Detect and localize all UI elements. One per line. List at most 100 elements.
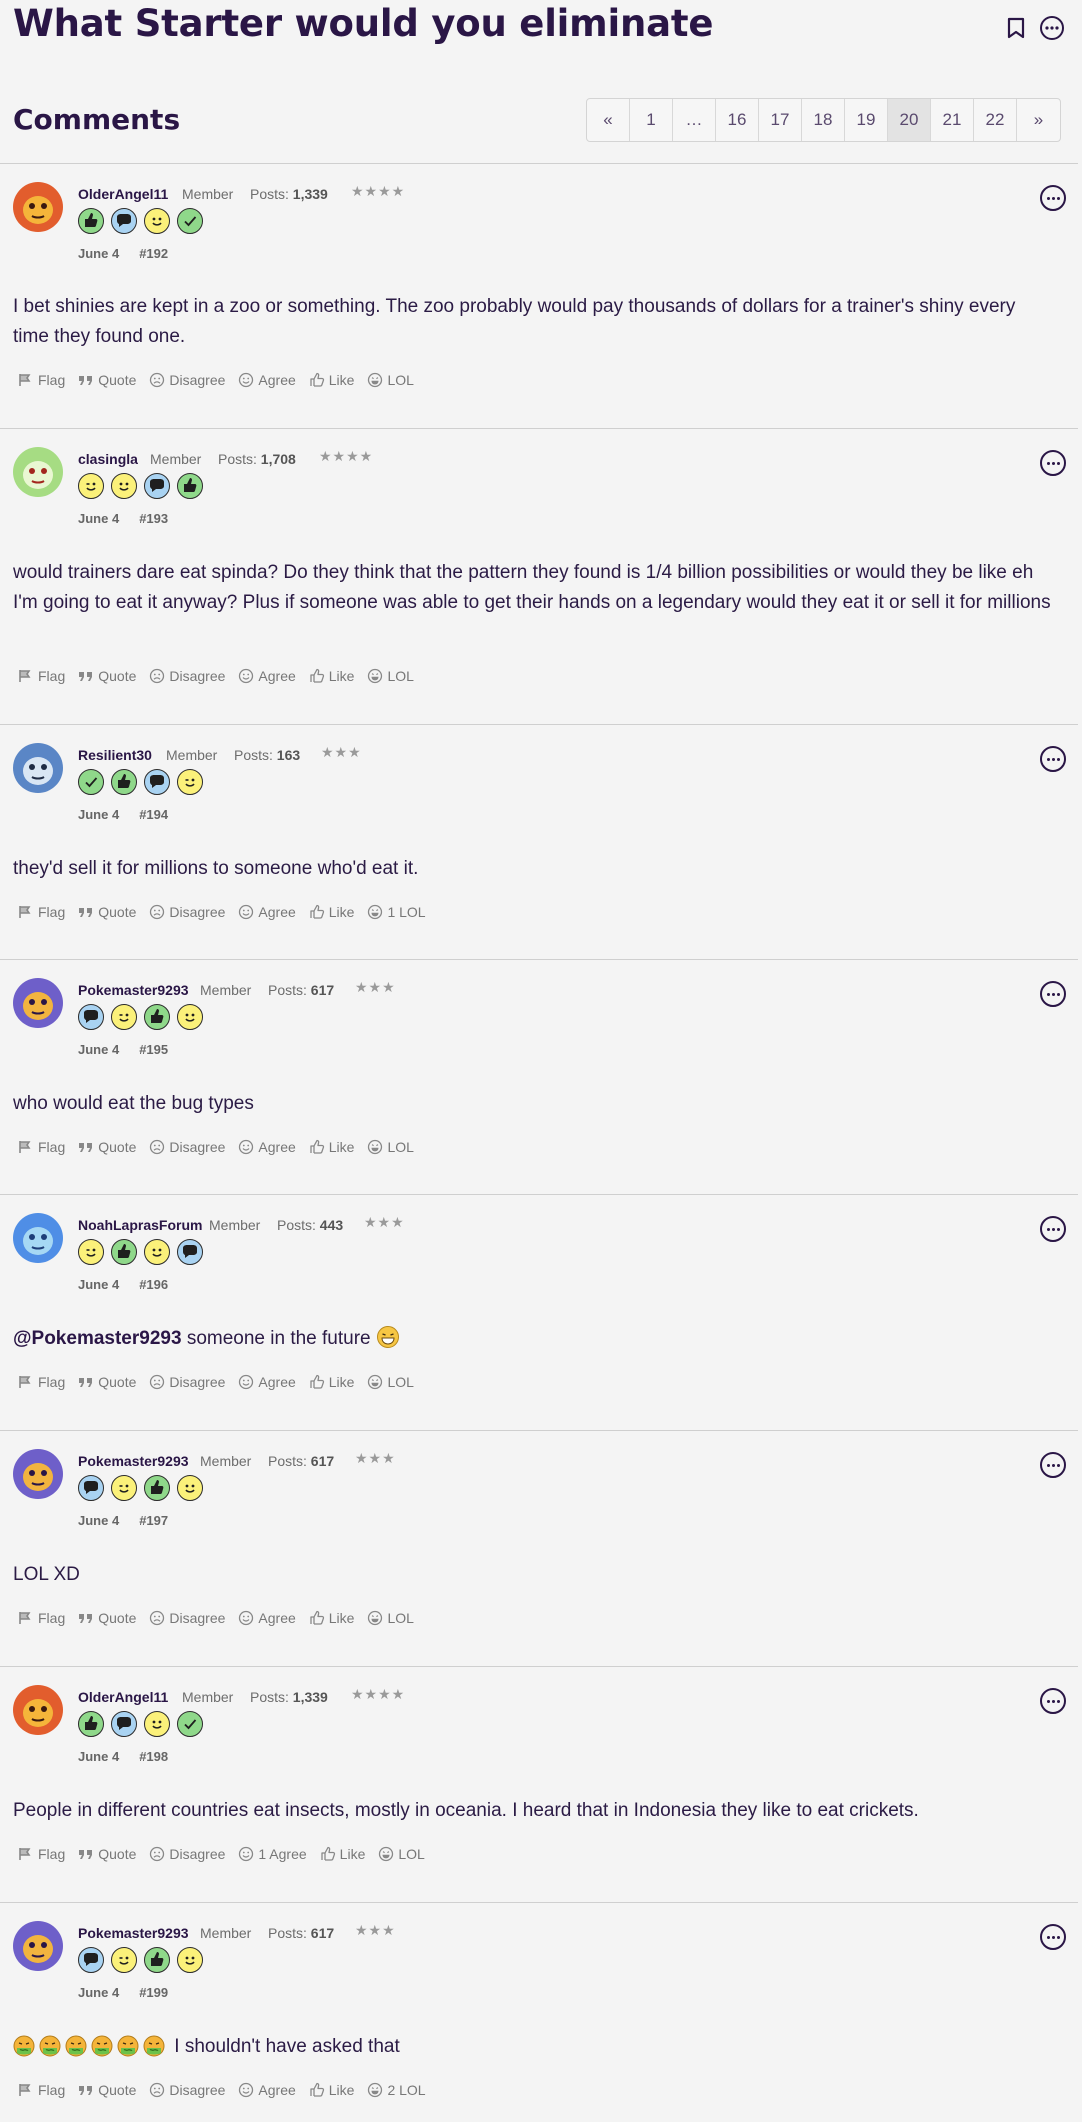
speech-bubble-icon[interactable] — [111, 1711, 137, 1737]
lol-button[interactable]: LOL — [367, 668, 414, 684]
agree-button[interactable]: Agree — [238, 668, 296, 684]
speech-bubble-icon[interactable] — [111, 208, 137, 234]
avatar[interactable] — [13, 1213, 63, 1263]
post-more-options-icon[interactable] — [1040, 1452, 1066, 1478]
quote-button[interactable]: Quote — [78, 904, 136, 920]
wink-icon[interactable] — [111, 1947, 137, 1973]
disagree-button[interactable]: Disagree — [149, 1374, 225, 1390]
post-more-options-icon[interactable] — [1040, 185, 1066, 211]
quote-button[interactable]: Quote — [78, 372, 136, 388]
lol-button[interactable]: LOL — [367, 1610, 414, 1626]
pagination-page[interactable]: 19 — [845, 99, 888, 141]
flag-button[interactable]: Flag — [18, 1139, 65, 1155]
smile-icon[interactable] — [144, 1239, 170, 1265]
more-options-icon[interactable] — [1038, 14, 1066, 42]
pagination-next[interactable]: » — [1017, 99, 1060, 141]
lol-button[interactable]: 1 LOL — [367, 904, 426, 920]
user-mention-link[interactable]: @Pokemaster9293 — [13, 1328, 182, 1349]
disagree-button[interactable]: Disagree — [149, 904, 225, 920]
pagination-prev[interactable]: « — [587, 99, 630, 141]
username-link[interactable]: clasingla — [78, 451, 138, 467]
quote-button[interactable]: Quote — [78, 1846, 136, 1862]
lol-button[interactable]: LOL — [367, 372, 414, 388]
thumbs-up-icon[interactable] — [177, 473, 203, 499]
avatar[interactable] — [13, 1685, 63, 1735]
like-button[interactable]: Like — [309, 1374, 354, 1390]
pagination-page-current[interactable]: 20 — [888, 99, 931, 141]
speech-bubble-icon[interactable] — [78, 1004, 104, 1030]
avatar[interactable] — [13, 978, 63, 1028]
post-date[interactable]: June 4 — [78, 1513, 119, 1528]
post-number[interactable]: #199 — [139, 1985, 168, 2000]
lol-button[interactable]: LOL — [367, 1374, 414, 1390]
pagination-page[interactable]: 21 — [931, 99, 974, 141]
thumbs-up-icon[interactable] — [144, 1947, 170, 1973]
username-link[interactable]: OlderAngel11 — [78, 1689, 168, 1705]
disagree-button[interactable]: Disagree — [149, 1610, 225, 1626]
post-number[interactable]: #194 — [139, 807, 168, 822]
check-icon[interactable] — [78, 769, 104, 795]
post-more-options-icon[interactable] — [1040, 1216, 1066, 1242]
flag-button[interactable]: Flag — [18, 904, 65, 920]
post-number[interactable]: #193 — [139, 511, 168, 526]
disagree-button[interactable]: Disagree — [149, 1846, 225, 1862]
flag-button[interactable]: Flag — [18, 372, 65, 388]
smile-icon[interactable] — [177, 1004, 203, 1030]
smile-icon[interactable] — [177, 1475, 203, 1501]
quote-button[interactable]: Quote — [78, 1139, 136, 1155]
agree-button[interactable]: Agree — [238, 1139, 296, 1155]
pagination-page[interactable]: 18 — [802, 99, 845, 141]
quote-button[interactable]: Quote — [78, 668, 136, 684]
lol-button[interactable]: LOL — [378, 1846, 425, 1862]
speech-bubble-icon[interactable] — [144, 473, 170, 499]
agree-button[interactable]: Agree — [238, 1374, 296, 1390]
smile-icon[interactable] — [144, 208, 170, 234]
avatar[interactable] — [13, 1449, 63, 1499]
agree-button[interactable]: Agree — [238, 904, 296, 920]
post-more-options-icon[interactable] — [1040, 1688, 1066, 1714]
like-button[interactable]: Like — [309, 1610, 354, 1626]
like-button[interactable]: Like — [309, 668, 354, 684]
thumbs-up-icon[interactable] — [78, 1711, 104, 1737]
username-link[interactable]: Pokemaster9293 — [78, 982, 189, 998]
avatar[interactable] — [13, 743, 63, 793]
lol-button[interactable]: LOL — [367, 1139, 414, 1155]
flag-button[interactable]: Flag — [18, 668, 65, 684]
like-button[interactable]: Like — [320, 1846, 365, 1862]
post-date[interactable]: June 4 — [78, 246, 119, 261]
username-link[interactable]: OlderAngel11 — [78, 186, 168, 202]
agree-button[interactable]: Agree — [238, 2082, 296, 2098]
pagination-ellipsis[interactable]: … — [673, 99, 716, 141]
post-number[interactable]: #197 — [139, 1513, 168, 1528]
like-button[interactable]: Like — [309, 2082, 354, 2098]
avatar[interactable] — [13, 182, 63, 232]
post-number[interactable]: #192 — [139, 246, 168, 261]
flag-button[interactable]: Flag — [18, 1374, 65, 1390]
username-link[interactable]: Resilient30 — [78, 747, 152, 763]
flag-button[interactable]: Flag — [18, 2082, 65, 2098]
disagree-button[interactable]: Disagree — [149, 1139, 225, 1155]
pagination-page[interactable]: 17 — [759, 99, 802, 141]
wink-icon[interactable] — [177, 769, 203, 795]
check-icon[interactable] — [177, 208, 203, 234]
thumbs-up-icon[interactable] — [144, 1004, 170, 1030]
post-date[interactable]: June 4 — [78, 1277, 119, 1292]
check-icon[interactable] — [177, 1711, 203, 1737]
wink-icon[interactable] — [78, 1239, 104, 1265]
avatar[interactable] — [13, 447, 63, 497]
username-link[interactable]: Pokemaster9293 — [78, 1453, 189, 1469]
post-more-options-icon[interactable] — [1040, 746, 1066, 772]
wink-icon[interactable] — [111, 1004, 137, 1030]
post-number[interactable]: #196 — [139, 1277, 168, 1292]
disagree-button[interactable]: Disagree — [149, 372, 225, 388]
post-date[interactable]: June 4 — [78, 807, 119, 822]
wink-icon[interactable] — [78, 473, 104, 499]
disagree-button[interactable]: Disagree — [149, 668, 225, 684]
quote-button[interactable]: Quote — [78, 2082, 136, 2098]
post-more-options-icon[interactable] — [1040, 981, 1066, 1007]
disagree-button[interactable]: Disagree — [149, 2082, 225, 2098]
pagination-page[interactable]: 1 — [630, 99, 673, 141]
like-button[interactable]: Like — [309, 372, 354, 388]
username-link[interactable]: Pokemaster9293 — [78, 1925, 189, 1941]
flag-button[interactable]: Flag — [18, 1846, 65, 1862]
